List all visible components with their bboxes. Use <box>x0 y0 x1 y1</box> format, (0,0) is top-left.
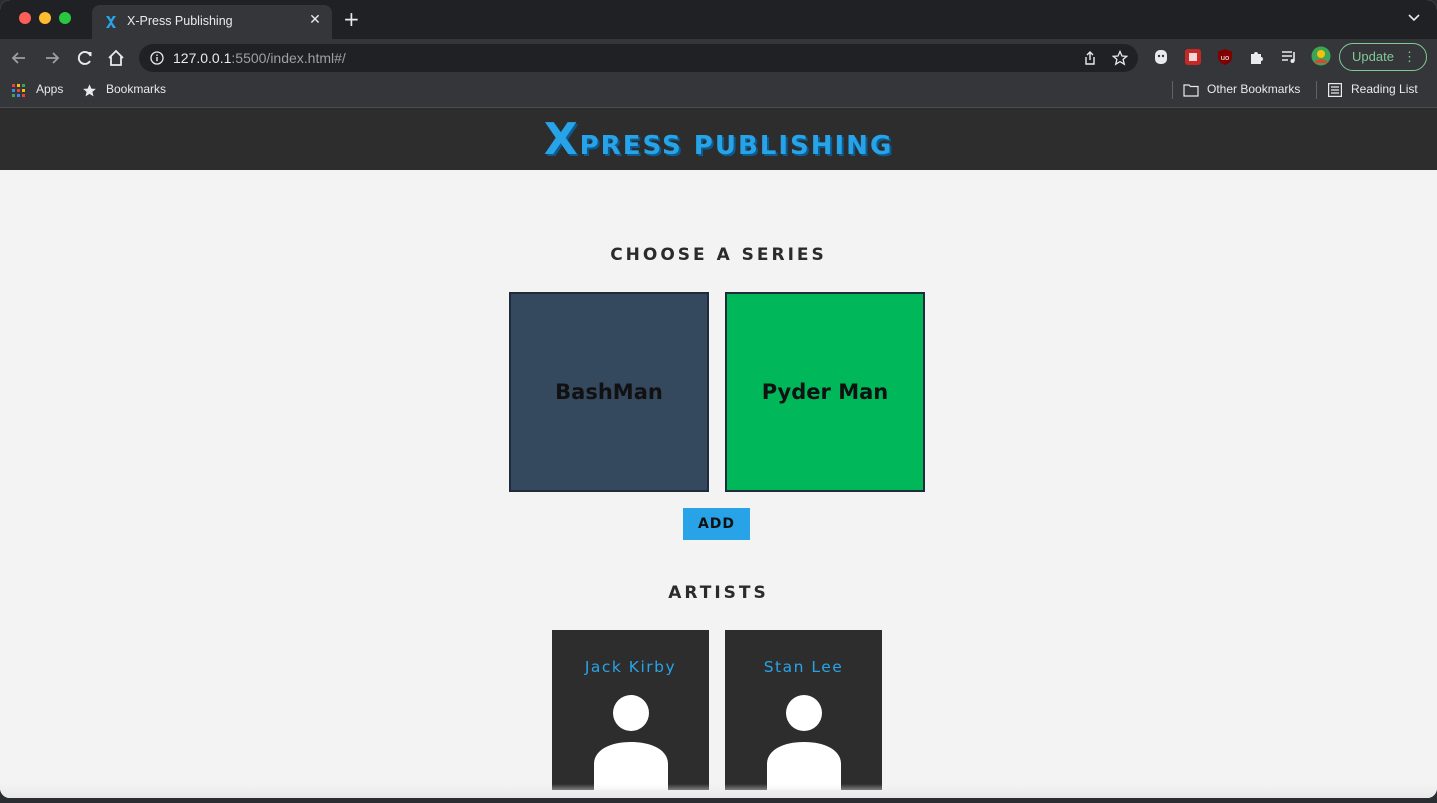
url-text: 127.0.0.1:5500/index.html#/ <box>173 50 346 66</box>
ublock-extension-icon[interactable]: uo <box>1216 48 1234 66</box>
series-name: BashMan <box>555 380 663 404</box>
person-avatar-icon <box>594 695 668 790</box>
add-series-button[interactable]: ADD <box>683 508 750 540</box>
puzzle-red-extension-icon[interactable] <box>1184 48 1202 66</box>
address-bar[interactable]: 127.0.0.1:5500/index.html#/ <box>139 44 1138 72</box>
browser-toolbar: 127.0.0.1:5500/index.html#/ uo Update ⋮ <box>0 39 1437 76</box>
browser-tab[interactable]: X-Press Publishing ✕ <box>92 5 332 39</box>
update-button[interactable]: Update ⋮ <box>1339 43 1427 71</box>
folder-icon <box>1183 84 1199 97</box>
series-card-pyder-man[interactable]: Pyder Man <box>725 292 925 492</box>
artist-name: Stan Lee <box>763 658 844 676</box>
site-info-icon[interactable] <box>150 51 164 65</box>
apps-bookmark[interactable]: Apps <box>36 82 63 96</box>
browser-window: X-Press Publishing ✕ + 127.0.0.1:5500/in… <box>0 0 1437 798</box>
series-name: Pyder Man <box>761 380 889 404</box>
reading-list-icon <box>1328 83 1342 97</box>
tab-bar: X-Press Publishing ✕ + <box>0 0 1437 39</box>
maximize-window-button[interactable] <box>59 12 71 24</box>
other-bookmarks-folder[interactable]: Other Bookmarks <box>1207 82 1300 96</box>
reading-list-button[interactable]: Reading List <box>1351 82 1418 96</box>
artist-card-jack-kirby[interactable]: Jack Kirby <box>552 630 709 790</box>
page-bottom-fade <box>0 784 1437 798</box>
ghost-extension-icon[interactable] <box>1152 48 1170 66</box>
artist-card-stan-lee[interactable]: Stan Lee <box>725 630 882 790</box>
extensions-puzzle-icon[interactable] <box>1248 48 1266 66</box>
tab-close-icon[interactable]: ✕ <box>306 12 324 28</box>
web-page: Xpress publishing CHOOSE A SERIES BashMa… <box>0 108 1437 798</box>
star-bookmark-icon <box>83 84 96 97</box>
site-header: Xpress publishing <box>0 108 1437 170</box>
bookmarks-separator <box>1172 81 1173 99</box>
bookmark-star-icon[interactable] <box>1112 50 1128 66</box>
site-logo[interactable]: Xpress publishing <box>0 114 1437 165</box>
person-avatar-icon <box>767 695 841 790</box>
home-icon[interactable] <box>106 48 126 68</box>
artist-name: Jack Kirby <box>584 658 677 676</box>
apps-grid-icon[interactable] <box>12 84 26 98</box>
forward-arrow-icon[interactable] <box>42 48 62 68</box>
share-icon[interactable] <box>1082 50 1098 66</box>
tab-title: X-Press Publishing <box>127 14 233 28</box>
reload-icon[interactable] <box>75 48 95 68</box>
back-arrow-icon[interactable] <box>9 48 29 68</box>
artists-heading: ARTISTS <box>668 583 769 603</box>
bookmarks-folder[interactable]: Bookmarks <box>106 82 166 96</box>
reading-queue-icon[interactable] <box>1280 48 1298 66</box>
close-window-button[interactable] <box>19 12 31 24</box>
series-heading: CHOOSE A SERIES <box>610 245 827 265</box>
new-tab-button[interactable]: + <box>343 8 360 30</box>
bookmarks-separator <box>1316 81 1317 99</box>
minimize-window-button[interactable] <box>39 12 51 24</box>
series-card-bashman[interactable]: BashMan <box>509 292 709 492</box>
tab-search-icon[interactable] <box>1407 10 1421 24</box>
profile-avatar-icon[interactable] <box>1311 46 1331 66</box>
bookmarks-bar: Apps Bookmarks Other Bookmarks Reading L… <box>0 76 1437 108</box>
x-favicon-icon <box>106 16 116 28</box>
more-menu-icon[interactable]: ⋮ <box>1403 44 1416 70</box>
svg-text:uo: uo <box>1221 54 1230 62</box>
